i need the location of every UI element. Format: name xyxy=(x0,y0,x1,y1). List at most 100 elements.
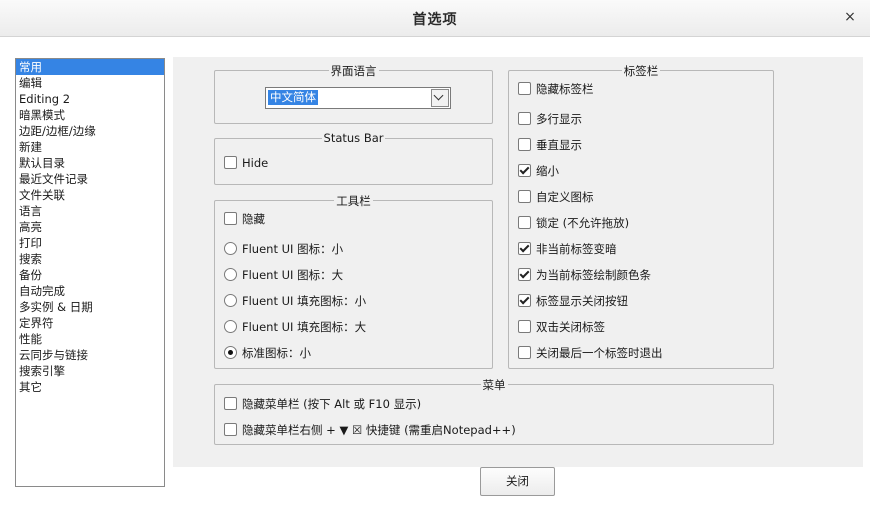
radio-button[interactable] xyxy=(224,346,237,359)
checkbox-box[interactable] xyxy=(518,242,531,255)
radio-label: 标准图标：小 xyxy=(242,346,311,360)
toolbar-fluent-filled-large-radio[interactable]: Fluent UI 填充图标：大 xyxy=(224,318,366,336)
tabbar-group-title: 标签栏 xyxy=(621,64,661,78)
radio-button[interactable] xyxy=(224,242,237,255)
settings-panel: 界面语言 中文简体 Status Bar Hide 工具栏 隐藏 Fluent … xyxy=(173,57,863,467)
radio-label: Fluent UI 图标：小 xyxy=(242,242,344,256)
tabbar-group: 标签栏 隐藏标签栏 多行显示 垂直显示 缩小 自定义图标 锁定 (不允许拖放) … xyxy=(508,64,774,369)
checkbox-label: 隐藏标签栏 xyxy=(536,82,594,96)
checkbox-label: 隐藏菜单栏 (按下 Alt 或 F10 显示) xyxy=(242,397,422,411)
checkbox-box[interactable] xyxy=(224,156,237,169)
language-group: 界面语言 中文简体 xyxy=(214,64,493,124)
nav-item-recent-files[interactable]: 最近文件记录 xyxy=(16,171,164,187)
checkbox-label: 锁定 (不允许拖放) xyxy=(536,216,630,230)
nav-item-margins[interactable]: 边距/边框/边缘 xyxy=(16,123,164,139)
radio-button[interactable] xyxy=(224,320,237,333)
tabbar-vertical-checkbox[interactable]: 垂直显示 xyxy=(518,136,582,154)
tabbar-double-click-close-checkbox[interactable]: 双击关闭标签 xyxy=(518,318,605,336)
nav-item-file-association[interactable]: 文件关联 xyxy=(16,187,164,203)
nav-item-new-document[interactable]: 新建 xyxy=(16,139,164,155)
checkbox-label: 隐藏菜单栏右侧 + ▼ ☒ 快捷键 (需重启Notepad++) xyxy=(242,423,516,437)
tabbar-hide-checkbox[interactable]: 隐藏标签栏 xyxy=(518,80,594,98)
checkbox-box[interactable] xyxy=(518,294,531,307)
menu-hide-checkbox[interactable]: 隐藏菜单栏 (按下 Alt 或 F10 显示) xyxy=(224,395,421,413)
menu-group-title: 菜单 xyxy=(480,378,508,392)
tabbar-multiline-checkbox[interactable]: 多行显示 xyxy=(518,110,582,128)
radio-label: Fluent UI 图标：大 xyxy=(242,268,344,282)
checkbox-label: Hide xyxy=(242,156,269,170)
nav-item-cloud-link[interactable]: 云同步与链接 xyxy=(16,347,164,363)
language-group-title: 界面语言 xyxy=(328,64,379,78)
tabbar-close-button-checkbox[interactable]: 标签显示关闭按钮 xyxy=(518,292,628,310)
checkbox-label: 垂直显示 xyxy=(536,138,582,152)
nav-item-language[interactable]: 语言 xyxy=(16,203,164,219)
nav-item-searching[interactable]: 搜索 xyxy=(16,251,164,267)
nav-item-misc[interactable]: 其它 xyxy=(16,379,164,395)
checkbox-box[interactable] xyxy=(224,212,237,225)
checkbox-box[interactable] xyxy=(518,346,531,359)
window-title: 首选项 xyxy=(412,12,458,28)
checkbox-label: 标签显示关闭按钮 xyxy=(536,294,628,308)
tabbar-color-bar-checkbox[interactable]: 为当前标签绘制颜色条 xyxy=(518,266,651,284)
tabbar-exit-on-last-checkbox[interactable]: 关闭最后一个标签时退出 xyxy=(518,344,663,362)
radio-label: Fluent UI 填充图标：大 xyxy=(242,320,367,334)
status-bar-group: Status Bar Hide xyxy=(214,131,493,185)
close-icon[interactable]: × xyxy=(842,9,858,25)
nav-item-editing[interactable]: 编辑 xyxy=(16,75,164,91)
toolbar-hide-checkbox[interactable]: 隐藏 xyxy=(224,210,265,228)
nav-item-backup[interactable]: 备份 xyxy=(16,267,164,283)
checkbox-label: 非当前标签变暗 xyxy=(536,242,617,256)
checkbox-label: 双击关闭标签 xyxy=(536,320,605,334)
checkbox-box[interactable] xyxy=(224,397,237,410)
checkbox-box[interactable] xyxy=(518,164,531,177)
tabbar-lock-checkbox[interactable]: 锁定 (不允许拖放) xyxy=(518,214,629,232)
toolbar-group: 工具栏 隐藏 Fluent UI 图标：小 Fluent UI 图标：大 Flu… xyxy=(214,194,493,369)
checkbox-label: 为当前标签绘制颜色条 xyxy=(536,268,651,282)
nav-item-highlighting[interactable]: 高亮 xyxy=(16,219,164,235)
checkbox-label: 隐藏 xyxy=(242,212,265,226)
status-bar-hide-checkbox[interactable]: Hide xyxy=(224,154,268,172)
nav-item-default-directory[interactable]: 默认目录 xyxy=(16,155,164,171)
checkbox-box[interactable] xyxy=(518,268,531,281)
checkbox-label: 多行显示 xyxy=(536,112,582,126)
toolbar-fluent-small-radio[interactable]: Fluent UI 图标：小 xyxy=(224,240,343,258)
close-button[interactable]: 关闭 xyxy=(480,467,555,496)
nav-item-search-engine[interactable]: 搜索引擎 xyxy=(16,363,164,379)
nav-item-editing-2[interactable]: Editing 2 xyxy=(16,91,164,107)
checkbox-box[interactable] xyxy=(518,112,531,125)
checkbox-box[interactable] xyxy=(518,82,531,95)
toolbar-fluent-large-radio[interactable]: Fluent UI 图标：大 xyxy=(224,266,343,284)
category-list[interactable]: 常用 编辑 Editing 2 暗黑模式 边距/边框/边缘 新建 默认目录 最近… xyxy=(15,58,165,487)
tabbar-reduce-checkbox[interactable]: 缩小 xyxy=(518,162,559,180)
tabbar-custom-icons-checkbox[interactable]: 自定义图标 xyxy=(518,188,594,206)
tabbar-darken-inactive-checkbox[interactable]: 非当前标签变暗 xyxy=(518,240,617,258)
language-select[interactable]: 中文简体 xyxy=(265,87,451,109)
nav-item-print[interactable]: 打印 xyxy=(16,235,164,251)
nav-item-performance[interactable]: 性能 xyxy=(16,331,164,347)
checkbox-box[interactable] xyxy=(518,190,531,203)
checkbox-box[interactable] xyxy=(518,320,531,333)
checkbox-label: 关闭最后一个标签时退出 xyxy=(536,346,663,360)
checkbox-box[interactable] xyxy=(224,423,237,436)
checkbox-box[interactable] xyxy=(518,138,531,151)
radio-label: Fluent UI 填充图标：小 xyxy=(242,294,367,308)
radio-button[interactable] xyxy=(224,268,237,281)
menu-group: 菜单 隐藏菜单栏 (按下 Alt 或 F10 显示) 隐藏菜单栏右侧 + ▼ ☒… xyxy=(214,378,774,445)
checkbox-label: 缩小 xyxy=(536,164,559,178)
checkbox-label: 自定义图标 xyxy=(536,190,594,204)
toolbar-standard-small-radio[interactable]: 标准图标：小 xyxy=(224,344,311,362)
title-bar: 首选项 × xyxy=(0,0,870,37)
toolbar-fluent-filled-small-radio[interactable]: Fluent UI 填充图标：小 xyxy=(224,292,366,310)
nav-item-auto-completion[interactable]: 自动完成 xyxy=(16,283,164,299)
nav-item-delimiter[interactable]: 定界符 xyxy=(16,315,164,331)
nav-item-general[interactable]: 常用 xyxy=(16,59,164,75)
chevron-down-icon[interactable] xyxy=(431,89,449,107)
checkbox-box[interactable] xyxy=(518,216,531,229)
radio-button[interactable] xyxy=(224,294,237,307)
menu-hide-right-shortcuts-checkbox[interactable]: 隐藏菜单栏右侧 + ▼ ☒ 快捷键 (需重启Notepad++) xyxy=(224,421,516,439)
nav-item-multi-instance-date[interactable]: 多实例 & 日期 xyxy=(16,299,164,315)
language-select-value: 中文简体 xyxy=(268,90,318,105)
toolbar-group-title: 工具栏 xyxy=(334,194,373,208)
nav-item-dark-mode[interactable]: 暗黑模式 xyxy=(16,107,164,123)
status-bar-group-title: Status Bar xyxy=(321,131,386,145)
